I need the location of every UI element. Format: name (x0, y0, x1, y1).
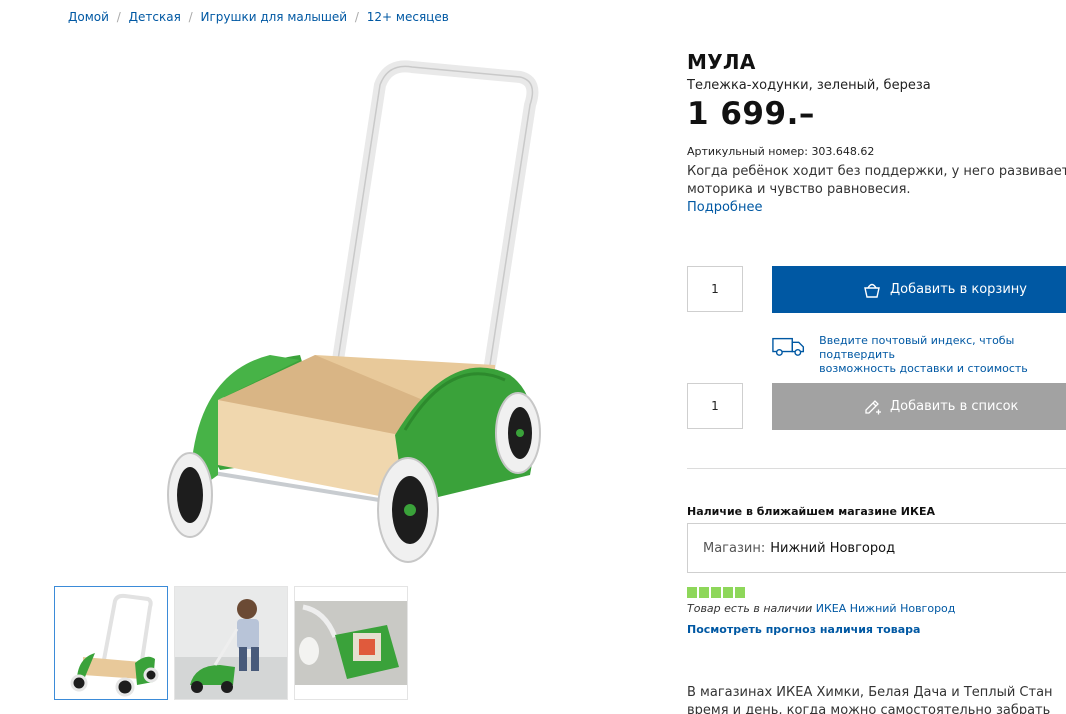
walker-illustration (167, 60, 541, 563)
stock-level-indicator (687, 587, 745, 598)
store-selector[interactable]: Магазин: Нижний Новгород (687, 523, 1066, 573)
basket-icon (864, 283, 880, 298)
stock-store-link[interactable]: ИКЕА Нижний Новгород (816, 602, 956, 615)
breadcrumb: Домой / Детская / Игрушки для малышей / … (68, 10, 449, 24)
thumbnail-detail[interactable] (294, 586, 408, 700)
article-number-row: Артикульный номер: 303.648.62 (687, 145, 874, 158)
product-summary: Когда ребёнок ходит без поддержки, у нег… (687, 164, 1066, 197)
delivery-check[interactable]: Введите почтовый индекс, чтобы подтверди… (772, 334, 1066, 376)
article-label: Артикульный номер: (687, 145, 808, 158)
pickup-info-text: В магазинах ИКЕА Химки, Белая Дача и Теп… (687, 685, 1053, 714)
breadcrumb-baby-toys[interactable]: Игрушки для малышей (201, 10, 348, 24)
more-details-link[interactable]: Подробнее (687, 200, 762, 215)
thumb-detail-image (295, 601, 407, 685)
availability-title: Наличие в ближайшем магазине ИКЕА (687, 505, 936, 518)
add-to-list-label: Добавить в список (890, 399, 1019, 414)
product-price: 1 699.– (687, 96, 815, 132)
stock-level-segment (723, 587, 733, 598)
thumbnail-gallery (54, 586, 408, 700)
thumbnail-product[interactable] (54, 586, 168, 700)
store-selector-label: Магазин: (703, 540, 766, 556)
add-to-list-button[interactable]: Добавить в список (772, 383, 1066, 430)
thumbnail-child-walking[interactable] (174, 586, 288, 700)
stock-forecast-link[interactable]: Посмотреть прогноз наличия товара (687, 623, 920, 636)
delivery-check-text[interactable]: Введите почтовый индекс, чтобы подтверди… (819, 334, 1066, 376)
product-description: Тележка-ходунки, зеленый, береза (687, 78, 931, 93)
stock-status: Товар есть в наличии ИКЕА Нижний Новгоро… (687, 602, 955, 615)
breadcrumb-home[interactable]: Домой (68, 10, 109, 24)
article-number: 303.648.62 (811, 145, 875, 158)
stock-level-segment (711, 587, 721, 598)
cart-quantity-input[interactable]: 1 (687, 266, 743, 312)
product-name: МУЛА (687, 50, 756, 74)
breadcrumb-separator: / (116, 10, 121, 24)
breadcrumb-children[interactable]: Детская (129, 10, 181, 24)
add-to-cart-button[interactable]: Добавить в корзину (772, 266, 1066, 313)
section-divider (687, 468, 1066, 469)
stock-level-segment (735, 587, 745, 598)
breadcrumb-age-12[interactable]: 12+ месяцев (367, 10, 449, 24)
product-main-image[interactable] (150, 55, 550, 565)
add-to-cart-label: Добавить в корзину (890, 282, 1027, 297)
stock-level-segment (687, 587, 697, 598)
store-selector-value: Нижний Новгород (770, 540, 896, 556)
list-quantity-input[interactable]: 1 (687, 383, 743, 429)
breadcrumb-separator: / (354, 10, 359, 24)
stock-level-segment (699, 587, 709, 598)
thumb-walker-image (70, 593, 159, 697)
breadcrumb-separator: / (188, 10, 193, 24)
truck-icon (772, 337, 805, 356)
stock-status-text: Товар есть в наличии (687, 602, 813, 615)
thumb-child-image (175, 587, 287, 699)
pencil-list-icon (865, 399, 881, 414)
